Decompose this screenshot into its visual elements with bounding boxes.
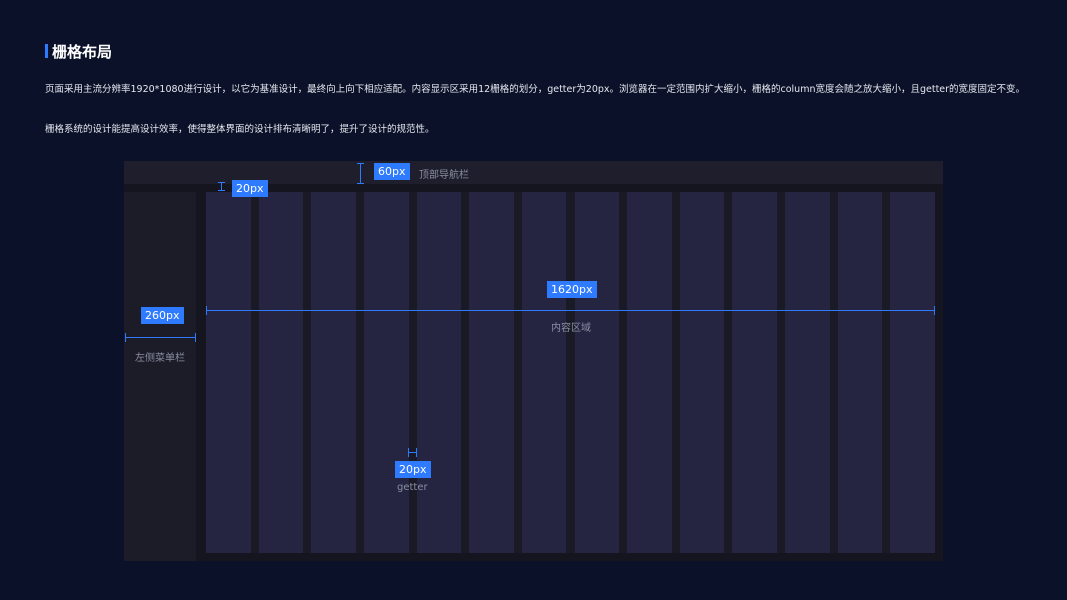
top-gap-line [221,182,222,190]
grid-column [469,192,514,553]
grid-column [416,192,462,553]
sidebar-width-cap-right [195,333,196,342]
topnav-label: 顶部导航栏 [419,170,469,181]
topnav-height-line [360,163,361,183]
description-paragraph-1: 页面采用主流分辨率1920*1080进行设计，以它为基准设计，最终向上向下相应适… [45,84,1026,95]
gutter-width-cap-left [408,448,409,457]
sidebar-width-line [125,337,195,338]
sidebar-width-cap-left [125,333,126,342]
grid-column [311,192,356,553]
grid-column [837,192,883,553]
grid-column [206,192,251,553]
grid-column [574,192,620,553]
grid-column [258,192,304,553]
gutter-width-tag: 20px [395,461,431,478]
top-gap-tag: 20px [232,180,268,197]
sidebar-label: 左侧菜单栏 [135,353,185,364]
gutter-width-cap-right [416,448,417,457]
grid-column [785,192,830,553]
topnav-height-cap-top [357,163,364,164]
top-gap-cap-bottom [218,190,225,191]
content-width-line [206,310,934,311]
grid-column [679,192,725,553]
grid-column [627,192,672,553]
content-width-cap-right [934,306,935,315]
description-paragraph-2: 栅格系统的设计能提高设计效率，使得整体界面的设计排布清晰明了，提升了设计的规范性… [45,124,435,135]
topnav-height-tag: 60px [374,163,410,180]
topnav-height-cap-bottom [357,183,364,184]
content-label: 内容区域 [551,323,591,334]
grid-column [521,192,567,553]
sidebar-region [124,192,196,561]
gutter-width-line [408,452,416,453]
grid-column [732,192,778,553]
gutter-label: getter [397,482,428,493]
title-accent-bar [45,44,48,58]
grid-column [363,192,409,553]
grid-column [890,192,935,553]
sidebar-width-tag: 260px [141,307,184,324]
page-title: 栅格布局 [52,43,113,61]
content-width-cap-left [206,306,207,315]
top-gap-cap-top [218,182,225,183]
content-width-tag: 1620px [547,281,597,298]
